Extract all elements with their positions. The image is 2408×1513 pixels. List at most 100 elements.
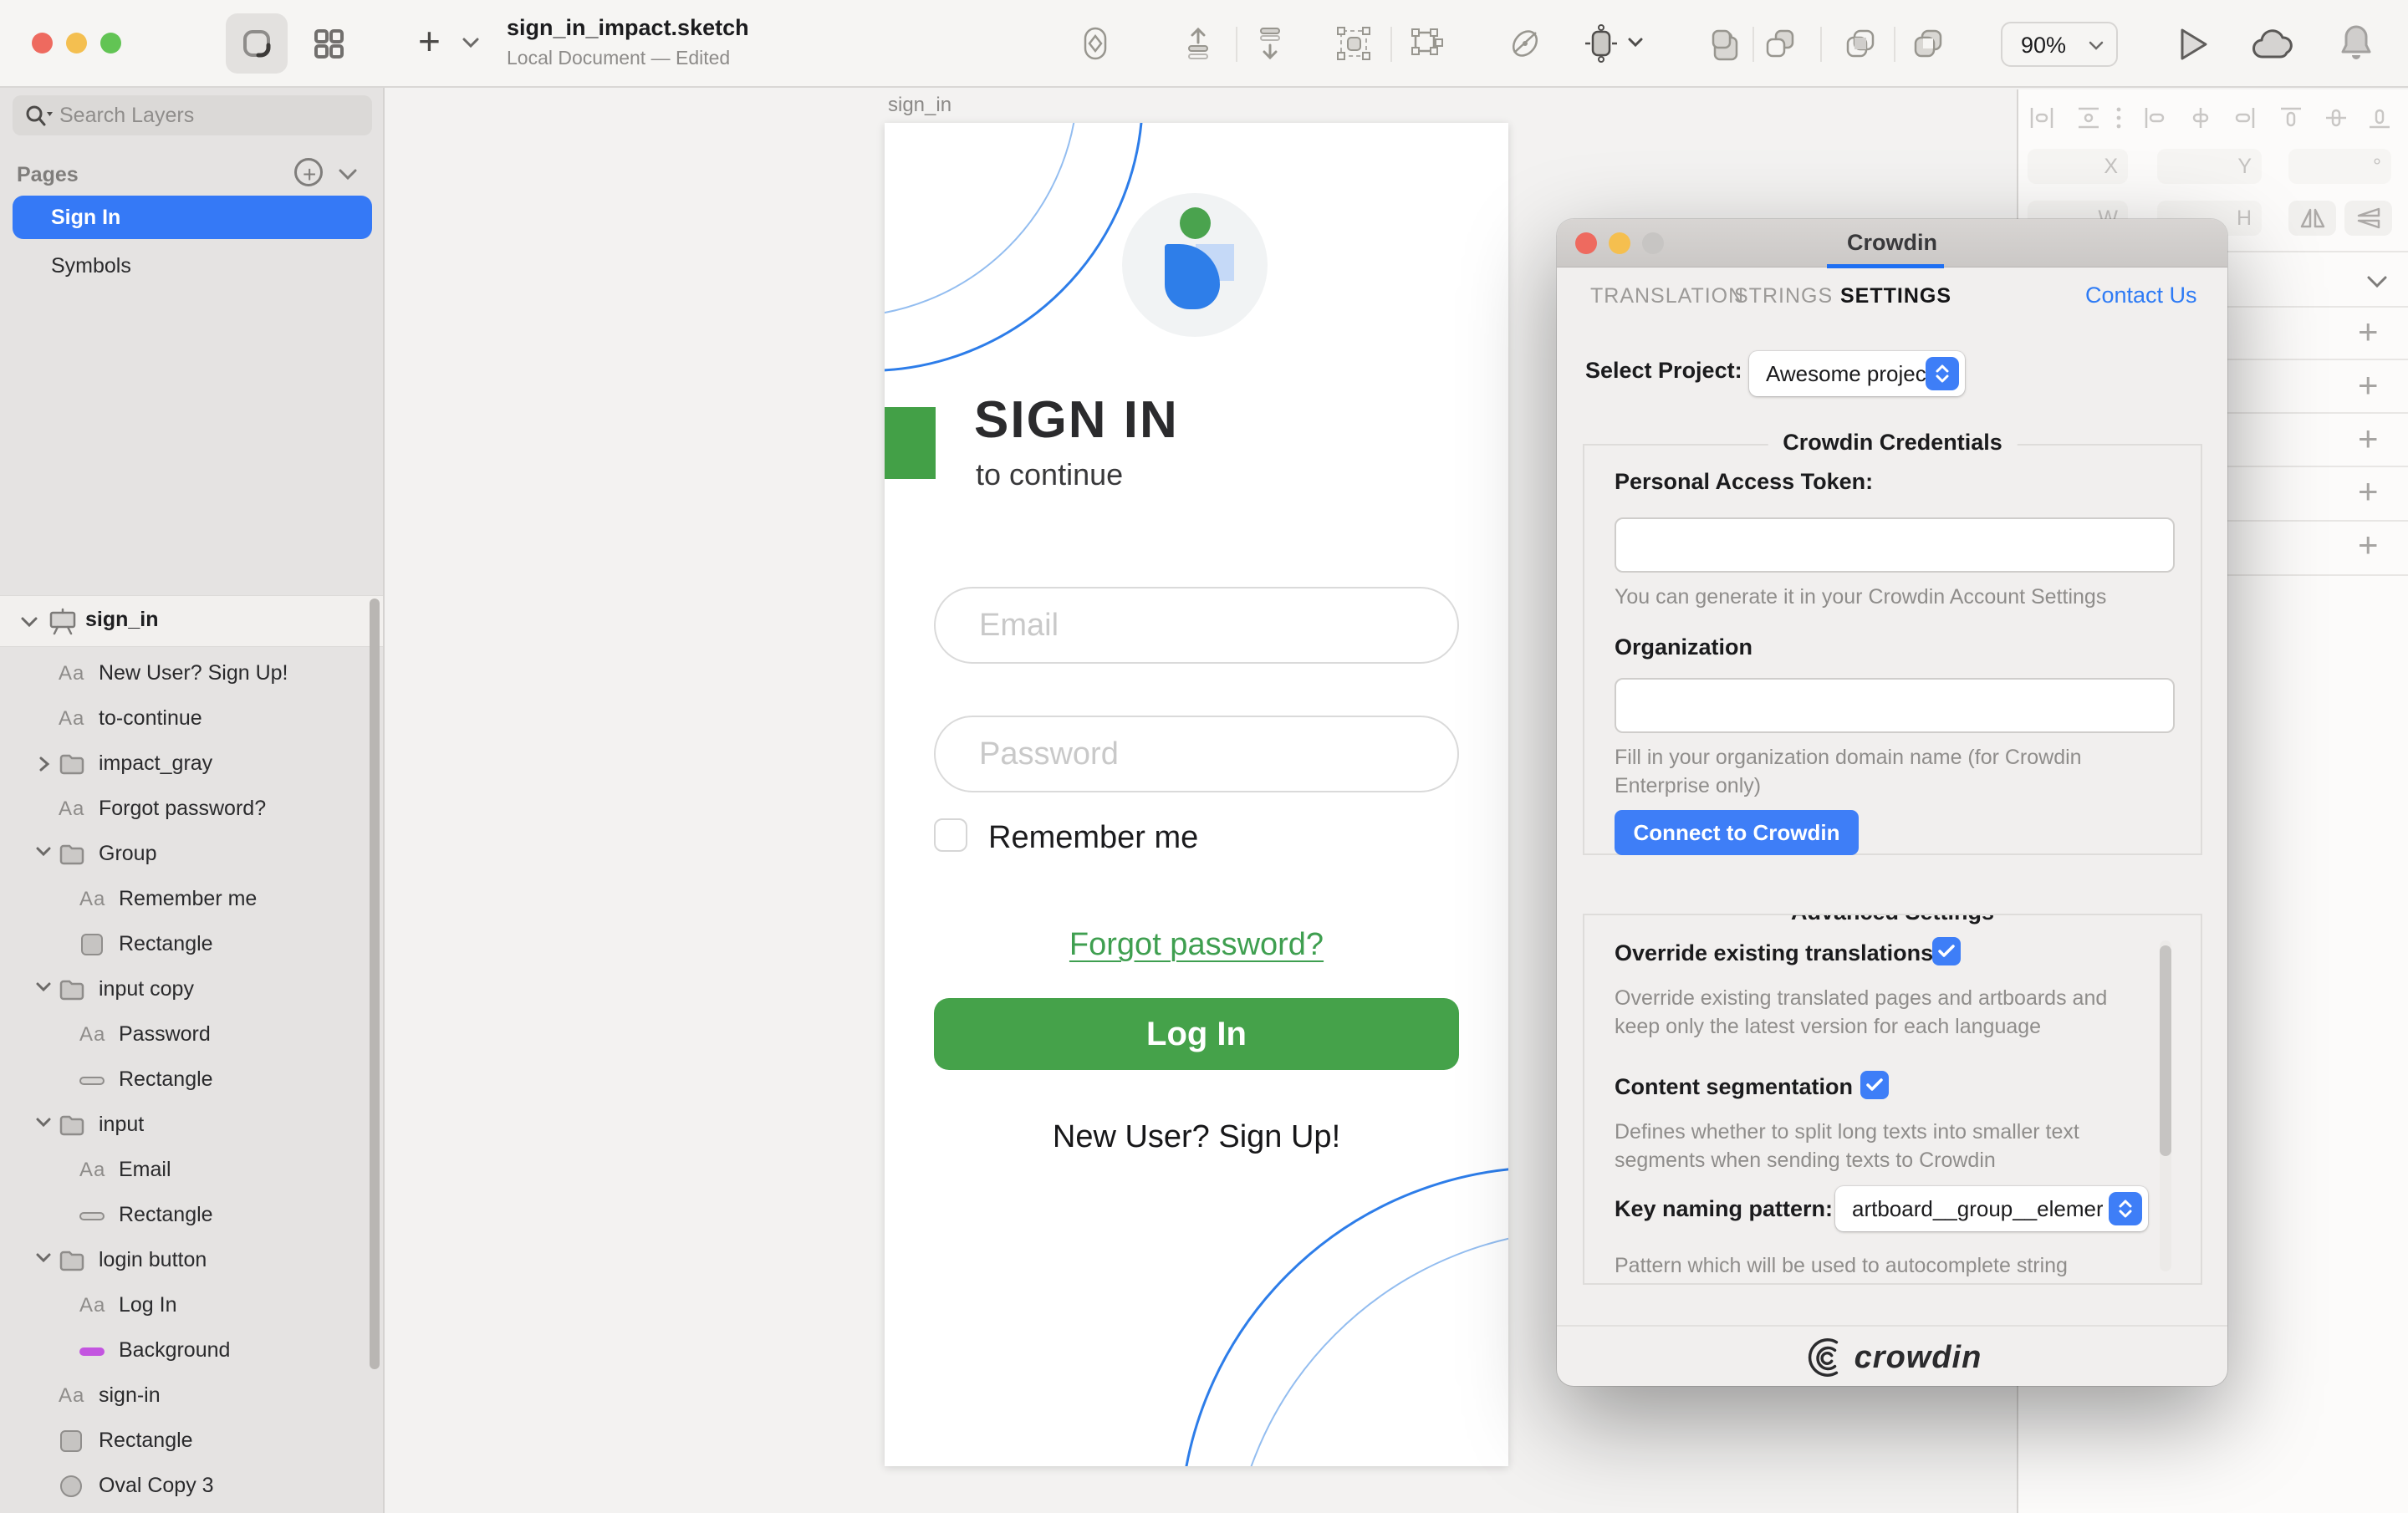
search-layers-field[interactable] xyxy=(13,95,372,135)
layer-row[interactable]: AaLog In xyxy=(0,1283,383,1328)
distribute-horizontally-icon[interactable] xyxy=(2028,104,2055,131)
segmentation-checkbox[interactable] xyxy=(1860,1071,1889,1099)
connect-to-crowdin-button[interactable]: Connect to Crowdin xyxy=(1615,810,1859,855)
align-middle-vertical-icon[interactable] xyxy=(2323,104,2349,131)
override-checkbox[interactable] xyxy=(1932,937,1961,965)
sign-in-artboard[interactable]: SIGN IN to continue Email Password Remem… xyxy=(885,123,1508,1466)
subtract-icon[interactable] xyxy=(1761,24,1799,63)
flip-horizontal-button[interactable] xyxy=(2288,201,2336,236)
align-bottom-icon[interactable] xyxy=(2366,104,2393,131)
sidebar-page-sign-in[interactable]: Sign In xyxy=(13,196,372,239)
signup-text[interactable]: New User? Sign Up! xyxy=(885,1119,1508,1155)
layer-row[interactable]: Background xyxy=(0,1328,383,1373)
crowdin-dialog[interactable]: Crowdin TRANSLATION STRINGS SETTINGS Con… xyxy=(1557,219,2227,1386)
rotation-field[interactable]: ° xyxy=(2288,149,2391,184)
tab-translation[interactable]: TRANSLATION xyxy=(1590,284,1744,308)
add-style-button[interactable]: + xyxy=(2358,471,2379,512)
token-input[interactable] xyxy=(1615,517,2175,573)
sidebar-page-symbols[interactable]: Symbols xyxy=(13,244,372,288)
dialog-titlebar[interactable]: Crowdin xyxy=(1557,219,2227,267)
dialog-minimize-button[interactable] xyxy=(1609,232,1630,254)
window-minimize-button[interactable] xyxy=(66,33,87,53)
project-select-dropdown[interactable]: Awesome project xyxy=(1749,351,1965,396)
notifications-bell-button[interactable] xyxy=(2339,23,2373,64)
layer-row[interactable]: Rectangle xyxy=(0,1419,383,1464)
layer-row[interactable]: AaPassword xyxy=(0,1012,383,1057)
section-collapse-chevron-icon[interactable] xyxy=(2366,275,2388,288)
add-chevron-icon[interactable] xyxy=(462,37,480,48)
chevron-down-icon[interactable] xyxy=(35,981,52,993)
canvas-view-toggle[interactable] xyxy=(226,13,288,74)
resize-icon[interactable] xyxy=(1582,24,1620,63)
sidebar-scrollbar[interactable] xyxy=(370,599,380,1369)
layer-row[interactable]: Rectangle xyxy=(0,1057,383,1103)
add-style-button[interactable]: + xyxy=(2358,419,2379,459)
intersect-icon[interactable] xyxy=(1841,24,1880,63)
add-style-button[interactable]: + xyxy=(2358,312,2379,352)
layer-row[interactable]: Rectangle xyxy=(0,922,383,967)
pattern-select-dropdown[interactable]: artboard__group__elemer xyxy=(1835,1186,2148,1231)
chevron-down-icon[interactable] xyxy=(35,846,52,858)
rotate-icon[interactable] xyxy=(1506,24,1544,63)
add-style-button[interactable]: + xyxy=(2358,365,2379,405)
layer-row[interactable]: Aasign-in xyxy=(0,1373,383,1419)
artboard-canvas-label[interactable]: sign_in xyxy=(888,94,951,117)
layer-row[interactable]: AaForgot password? xyxy=(0,787,383,832)
resize-chevron-icon[interactable] xyxy=(1627,37,1644,48)
move-backward-icon[interactable] xyxy=(1251,24,1289,63)
layer-row[interactable]: input xyxy=(0,1103,383,1148)
align-center-horizontal-icon[interactable] xyxy=(2187,104,2214,131)
group-icon[interactable] xyxy=(1334,24,1373,63)
tab-settings[interactable]: SETTINGS xyxy=(1840,284,1951,308)
chevron-down-icon[interactable] xyxy=(35,1252,52,1264)
layer-row[interactable]: Rectangle xyxy=(0,1193,383,1238)
align-left-icon[interactable] xyxy=(2142,104,2169,131)
distribute-vertically-icon[interactable] xyxy=(2075,104,2102,131)
email-field[interactable]: Email xyxy=(934,587,1459,664)
search-input[interactable] xyxy=(59,95,360,135)
align-right-icon[interactable] xyxy=(2231,104,2258,131)
chevron-down-icon[interactable] xyxy=(20,616,38,628)
flip-vertical-button[interactable] xyxy=(2344,201,2392,236)
advanced-scrollbar-thumb[interactable] xyxy=(2160,945,2171,1156)
zoom-level-dropdown[interactable]: 90% xyxy=(2001,22,2118,67)
add-style-button[interactable]: + xyxy=(2358,525,2379,565)
grid-view-toggle[interactable] xyxy=(298,13,360,74)
difference-icon[interactable] xyxy=(1909,24,1947,63)
chevron-down-icon[interactable] xyxy=(35,1117,52,1128)
forgot-password-link[interactable]: Forgot password? xyxy=(885,927,1508,963)
ungroup-icon[interactable] xyxy=(1407,24,1446,63)
preview-play-button[interactable] xyxy=(2176,25,2211,64)
layer-row[interactable]: AaNew User? Sign Up! xyxy=(0,651,383,696)
y-position-field[interactable]: Y xyxy=(2157,149,2262,184)
layer-row[interactable]: login button xyxy=(0,1238,383,1283)
pages-collapse-chevron-icon[interactable] xyxy=(338,168,358,181)
layer-row[interactable]: AaEmail xyxy=(0,1148,383,1193)
more-options-icon[interactable] xyxy=(2112,104,2125,131)
add-page-circle-button[interactable]: + xyxy=(294,158,323,186)
align-top-icon[interactable] xyxy=(2278,104,2304,131)
password-field[interactable]: Password xyxy=(934,716,1459,792)
tab-strings[interactable]: STRINGS xyxy=(1734,284,1833,308)
layer-row[interactable]: Oval Copy 3 xyxy=(0,1464,383,1509)
layer-row[interactable]: Group xyxy=(0,832,383,877)
layer-row[interactable]: impact_gray xyxy=(0,741,383,787)
layer-row[interactable]: Aato-continue xyxy=(0,696,383,741)
remember-me-checkbox[interactable] xyxy=(934,818,967,852)
layer-artboard-row[interactable]: sign_in xyxy=(0,595,383,647)
layer-row[interactable]: input copy xyxy=(0,967,383,1012)
x-position-field[interactable]: X xyxy=(2028,149,2128,184)
organization-input[interactable] xyxy=(1615,678,2175,733)
union-icon[interactable] xyxy=(1707,24,1745,63)
dialog-close-button[interactable] xyxy=(1575,232,1597,254)
window-zoom-button[interactable] xyxy=(100,33,121,53)
layer-row[interactable]: AaRemember me xyxy=(0,877,383,922)
log-in-button[interactable]: Log In xyxy=(934,998,1459,1070)
contact-us-link[interactable]: Contact Us xyxy=(2085,283,2197,308)
dialog-zoom-button[interactable] xyxy=(1642,232,1664,254)
add-page-button[interactable]: + xyxy=(418,18,441,64)
insert-shape-icon[interactable] xyxy=(1076,24,1115,63)
window-close-button[interactable] xyxy=(32,33,53,53)
move-forward-icon[interactable] xyxy=(1179,24,1217,63)
chevron-right-icon[interactable] xyxy=(38,756,50,772)
